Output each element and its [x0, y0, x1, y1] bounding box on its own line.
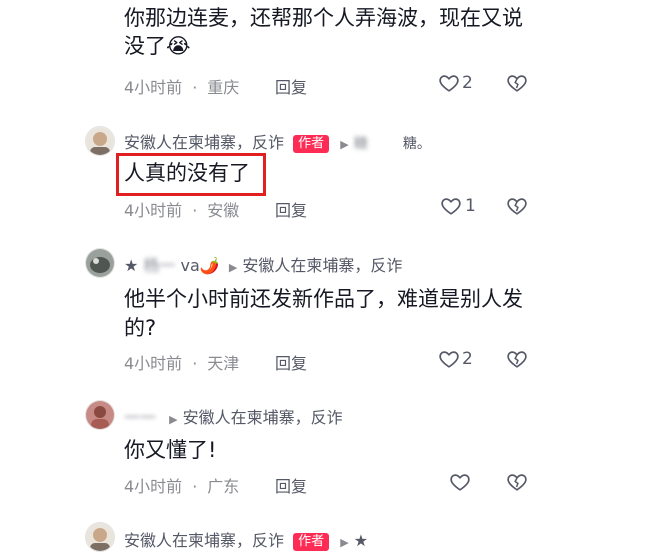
- comment-location: 重庆: [207, 78, 240, 97]
- heart-outline-icon[interactable]: [438, 348, 460, 370]
- broken-heart-icon[interactable]: [506, 471, 528, 493]
- comment-meta: 4小时前 · 安徽: [124, 201, 240, 220]
- comment-header: 安徽人在柬埔寨，反诈 作者 ▶ ★: [124, 527, 368, 551]
- triangle-right-icon: ▶: [228, 261, 238, 274]
- username[interactable]: 安徽人在柬埔寨，反诈: [124, 531, 284, 550]
- like-count: 2: [462, 349, 473, 369]
- author-badge: 作者: [293, 532, 330, 551]
- comment-location: 天津: [207, 354, 240, 373]
- author-badge: 作者: [293, 134, 330, 153]
- broken-heart-icon[interactable]: [506, 348, 528, 370]
- triangle-right-icon: ▶: [340, 138, 349, 151]
- comment-text: 他半个小时前还发新作品了，难道是别人发: [124, 287, 523, 311]
- reply-to-prefix: ★: [353, 531, 369, 550]
- triangle-right-icon: ▶: [340, 536, 349, 549]
- blurred-username: 一一: [124, 408, 157, 427]
- username[interactable]: 安徽人在柬埔寨，反诈: [124, 133, 284, 152]
- broken-heart-icon[interactable]: [506, 195, 528, 217]
- avatar[interactable]: [85, 522, 115, 552]
- broken-heart-icon[interactable]: [506, 72, 528, 94]
- heart-outline-icon[interactable]: [449, 471, 471, 493]
- triangle-right-icon: ▶: [169, 413, 178, 426]
- avatar[interactable]: [85, 126, 115, 156]
- reply-to-username[interactable]: 糖。: [403, 136, 431, 152]
- crying-emoji: 😭: [166, 34, 191, 58]
- heart-outline-icon[interactable]: [438, 72, 460, 94]
- reply-to-username[interactable]: 安徽人在柬埔寨，反诈: [242, 256, 402, 275]
- comment-time: 4小时前: [124, 354, 183, 373]
- comment-meta: 4小时前 · 天津: [124, 354, 240, 373]
- heart-outline-icon[interactable]: [440, 195, 462, 217]
- comment-header: 一一 ▶ 安徽人在柬埔寨，反诈: [124, 404, 343, 428]
- comment-location: 广东: [207, 477, 240, 496]
- comment-text: 人真的没有了: [124, 161, 250, 185]
- reply-button[interactable]: 回复: [275, 78, 307, 97]
- comment-meta: 4小时前 · 重庆: [124, 78, 240, 97]
- comment-text: 的?: [124, 316, 157, 340]
- reply-button[interactable]: 回复: [275, 201, 307, 220]
- reply-to-username[interactable]: 安徽人在柬埔寨，反诈: [183, 408, 343, 427]
- comment-meta: 4小时前 · 广东: [124, 477, 240, 496]
- comment-header: 安徽人在柬埔寨，反诈 作者 ▶ 糖 糖。: [124, 129, 431, 153]
- comment-text: 你又懂了!: [124, 438, 217, 462]
- comment-text: 没了😭: [124, 34, 191, 58]
- avatar[interactable]: [85, 400, 115, 430]
- like-count: 1: [465, 196, 476, 216]
- comment-location: 安徽: [207, 201, 240, 220]
- blurred-username: 糖: [353, 136, 368, 152]
- like-count: 2: [462, 73, 473, 93]
- reply-button[interactable]: 回复: [275, 354, 307, 373]
- username-suffix[interactable]: va🌶️: [181, 256, 220, 275]
- username-prefix: ★: [124, 256, 139, 275]
- comment-time: 4小时前: [124, 78, 183, 97]
- reply-button[interactable]: 回复: [275, 477, 307, 496]
- comment-time: 4小时前: [124, 201, 183, 220]
- comment-header: ★ 杨一 va🌶️ ▶ 安徽人在柬埔寨，反诈: [124, 252, 402, 276]
- comment-time: 4小时前: [124, 477, 183, 496]
- avatar[interactable]: [85, 248, 115, 278]
- blurred-username: 杨一: [143, 256, 176, 275]
